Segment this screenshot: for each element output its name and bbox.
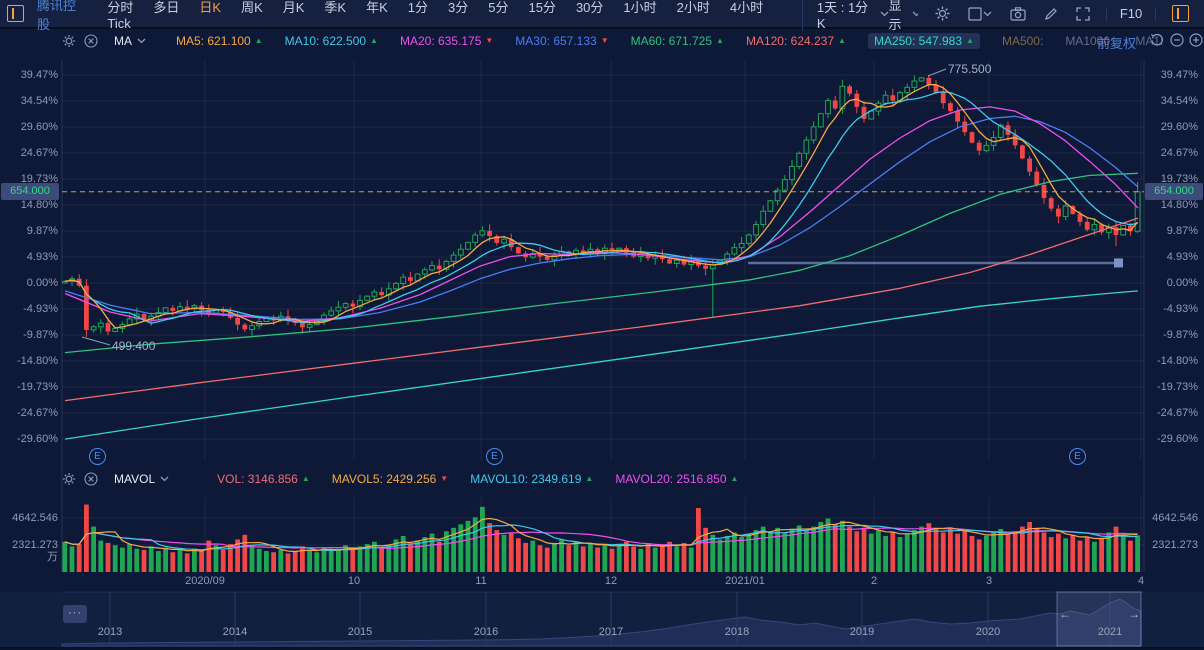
navigator-handle-left-icon[interactable]: ← bbox=[1059, 607, 1071, 621]
stock-chart-app: 腾讯控股 分时多日日K周K月K季K年K1分3分5分15分30分1小时2小时4小时… bbox=[0, 0, 1204, 650]
price-tick-right-1: 34.54% bbox=[1146, 95, 1198, 107]
price-tick-right-13: -24.67% bbox=[1146, 407, 1198, 419]
x-axis-label-2: 11 bbox=[475, 575, 486, 587]
x-axis-label-0: 2020/09 bbox=[185, 575, 225, 587]
navigator-year-6: 2019 bbox=[850, 626, 874, 638]
low-price-label: 499.400 bbox=[112, 339, 155, 353]
price-tick-right-6: 9.87% bbox=[1146, 225, 1198, 237]
vol-tick-right-1: 2321.273 bbox=[1146, 539, 1198, 551]
price-tick-right-12: -19.73% bbox=[1146, 381, 1198, 393]
event-marker-1[interactable]: E bbox=[486, 448, 503, 465]
navigator-year-1: 2014 bbox=[223, 626, 247, 638]
price-tick-right-3: 24.67% bbox=[1146, 147, 1198, 159]
price-tick-left-14: -29.60% bbox=[0, 433, 58, 445]
navigator-more-button[interactable]: ··· bbox=[63, 605, 87, 623]
price-tick-left-13: -24.67% bbox=[0, 407, 58, 419]
navigator-handle-right-icon[interactable]: → bbox=[1128, 607, 1140, 621]
price-tick-right-11: -14.80% bbox=[1146, 355, 1198, 367]
price-tick-right-2: 29.60% bbox=[1146, 121, 1198, 133]
navigator-year-5: 2018 bbox=[725, 626, 749, 638]
current-price-tag-right: 654.000 bbox=[1145, 183, 1203, 200]
price-tick-left-11: -14.80% bbox=[0, 355, 58, 367]
price-tick-right-7: 4.93% bbox=[1146, 251, 1198, 263]
price-tick-left-3: 24.67% bbox=[0, 147, 58, 159]
price-tick-right-9: -4.93% bbox=[1146, 303, 1198, 315]
price-tick-left-5: 14.80% bbox=[0, 199, 58, 211]
navigator-year-7: 2020 bbox=[976, 626, 1000, 638]
price-tick-right-14: -29.60% bbox=[1146, 433, 1198, 445]
vol-unit-label: 万 bbox=[0, 551, 58, 563]
price-tick-left-8: 0.00% bbox=[0, 277, 58, 289]
navigator-year-3: 2016 bbox=[474, 626, 498, 638]
navigator-year-0: 2013 bbox=[98, 626, 122, 638]
price-tick-right-0: 39.47% bbox=[1146, 69, 1198, 81]
price-tick-left-2: 29.60% bbox=[0, 121, 58, 133]
price-tick-left-6: 9.87% bbox=[0, 225, 58, 237]
price-tick-left-1: 34.54% bbox=[0, 95, 58, 107]
price-tick-left-9: -4.93% bbox=[0, 303, 58, 315]
price-tick-right-5: 14.80% bbox=[1146, 199, 1198, 211]
price-tick-left-10: -9.87% bbox=[0, 329, 58, 341]
event-marker-0[interactable]: E bbox=[89, 448, 106, 465]
x-axis-label-1: 10 bbox=[348, 575, 360, 587]
price-tick-left-12: -19.73% bbox=[0, 381, 58, 393]
chart-canvas[interactable] bbox=[0, 0, 1204, 650]
navigator-year-2: 2015 bbox=[348, 626, 372, 638]
event-marker-2[interactable]: E bbox=[1069, 448, 1086, 465]
x-axis-label-7: 4 bbox=[1138, 575, 1144, 587]
x-axis-label-6: 3 bbox=[986, 575, 992, 587]
price-tick-left-0: 39.47% bbox=[0, 69, 58, 81]
vol-tick-left-0: 4642.546 bbox=[0, 512, 58, 524]
vol-tick-right-0: 4642.546 bbox=[1146, 512, 1198, 524]
price-tick-left-7: 4.93% bbox=[0, 251, 58, 263]
price-tick-right-8: 0.00% bbox=[1146, 277, 1198, 289]
high-price-label: 775.500 bbox=[948, 62, 991, 76]
x-axis-label-5: 2 bbox=[871, 575, 877, 587]
navigator-year-4: 2017 bbox=[599, 626, 623, 638]
x-axis-label-4: 2021/01 bbox=[725, 575, 765, 587]
navigator-year-8: 2021 bbox=[1098, 626, 1122, 638]
current-price-tag-left: 654.000 bbox=[1, 183, 59, 200]
price-tick-right-10: -9.87% bbox=[1146, 329, 1198, 341]
x-axis-label-3: 12 bbox=[605, 575, 617, 587]
vol-tick-left-1: 2321.273 bbox=[0, 539, 58, 551]
